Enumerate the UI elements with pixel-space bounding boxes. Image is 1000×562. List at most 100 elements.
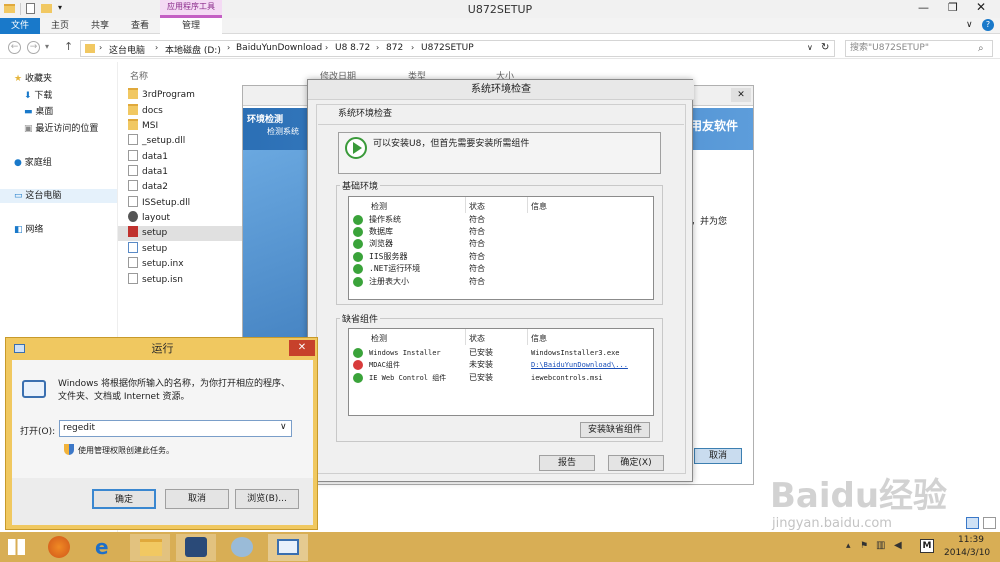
recent-dropdown-icon[interactable]: ▾ xyxy=(45,42,49,51)
tab-file[interactable]: 文件 xyxy=(0,18,40,34)
list-item[interactable]: 3rdProgram xyxy=(128,88,238,103)
breadcrumb-this-pc[interactable]: 这台电脑 xyxy=(109,43,145,56)
download-icon: ⬇ xyxy=(24,91,32,101)
table-row[interactable]: IE Web Control 组件 已安装 iewebcontrols.msi xyxy=(349,372,653,384)
close-button[interactable]: ✕ xyxy=(976,0,986,14)
list-item[interactable]: setup.isn xyxy=(128,273,238,288)
nav-downloads[interactable]: ⬇ 下载 xyxy=(24,89,52,103)
missing-components-list[interactable]: 检测 状态 信息 Windows Installer 已安装 WindowsInst… xyxy=(348,328,654,416)
list-item[interactable]: layout xyxy=(128,211,238,226)
run-ok-button[interactable]: 确定 xyxy=(92,489,156,509)
taskbar-ie[interactable]: e xyxy=(86,534,126,561)
network-icon[interactable]: ▥ xyxy=(876,540,885,551)
ok-button[interactable]: 确定(X) xyxy=(608,455,664,471)
address-dropdown-icon[interactable]: ∨ xyxy=(807,43,813,52)
large-icons-view-icon[interactable] xyxy=(983,517,996,529)
tab-manage[interactable]: 管理 xyxy=(160,18,222,34)
ime-indicator[interactable]: M xyxy=(920,539,934,553)
breadcrumb-drive[interactable]: 本地磁盘 (D:) xyxy=(165,43,221,56)
taskbar-media-player[interactable] xyxy=(40,534,80,561)
list-item[interactable]: data1 xyxy=(128,165,238,180)
nav-recent[interactable]: ▣ 最近访问的位置 xyxy=(24,122,98,136)
breadcrumb-872[interactable]: 872 xyxy=(386,43,403,53)
open-dropdown-icon[interactable]: ∨ xyxy=(280,422,287,432)
volume-icon[interactable]: ◀ xyxy=(894,540,902,551)
tab-view[interactable]: 查看 xyxy=(122,18,158,34)
minimize-button[interactable]: — xyxy=(918,1,929,14)
table-row[interactable]: 浏览器 符合 xyxy=(349,238,653,250)
taskbar-tool[interactable] xyxy=(222,534,262,561)
report-button[interactable]: 报告 xyxy=(539,455,595,471)
list-item[interactable]: ISSetup.dll xyxy=(128,196,238,211)
maximize-button[interactable]: ❐ xyxy=(948,1,958,14)
back-button[interactable]: ← xyxy=(8,41,21,54)
table-row[interactable]: 数据库 符合 xyxy=(349,226,653,238)
table-row[interactable]: MDAC组件 未安装 D:\BaiduYunDownload\... xyxy=(349,359,653,371)
run-cancel-button[interactable]: 取消 xyxy=(165,489,229,509)
details-view-icon[interactable] xyxy=(966,517,979,529)
help-icon[interactable]: ? xyxy=(982,19,994,31)
table-row[interactable]: IIS服务器 符合 xyxy=(349,251,653,263)
mdac-path-link[interactable]: D:\BaiduYunDownload\... xyxy=(531,359,628,371)
table-row[interactable]: .NET运行环境 符合 xyxy=(349,263,653,275)
column-info[interactable]: 信息 xyxy=(531,333,547,344)
list-item[interactable]: docs xyxy=(128,104,238,119)
nav-favorites[interactable]: ★ 收藏夹 xyxy=(14,72,52,86)
column-status[interactable]: 状态 xyxy=(469,333,485,344)
taskbar-run[interactable] xyxy=(268,534,308,561)
watermark-url: jingyan.baidu.com xyxy=(772,516,892,531)
ribbon-expand-icon[interactable]: ∨ xyxy=(966,20,973,30)
search-icon[interactable]: ⌕ xyxy=(978,41,984,56)
search-input[interactable]: 搜索"U872SETUP" ⌕ xyxy=(845,40,993,57)
table-row[interactable]: Windows Installer 已安装 WindowsInstaller3.ex… xyxy=(349,347,653,359)
run-close-button[interactable]: ✕ xyxy=(289,340,315,356)
tray-expand-icon[interactable]: ▴ xyxy=(846,541,851,551)
refresh-icon[interactable]: ↻ xyxy=(821,42,829,53)
column-status[interactable]: 状态 xyxy=(469,201,485,212)
start-icon[interactable] xyxy=(8,539,25,555)
list-item[interactable]: _setup.dll xyxy=(128,134,238,149)
breadcrumb-current[interactable]: U872SETUP xyxy=(421,43,474,53)
action-center-icon[interactable]: ⚑ xyxy=(860,541,868,551)
up-button[interactable]: ↑ xyxy=(64,40,73,53)
run-browse-button[interactable]: 浏览(B)... xyxy=(235,489,299,509)
file-icon xyxy=(128,150,138,161)
list-item[interactable]: setup.inx xyxy=(128,257,238,272)
breadcrumb-u8[interactable]: U8 8.72 xyxy=(335,43,370,53)
nav-homegroup[interactable]: ● 家庭组 xyxy=(14,156,52,170)
open-input[interactable]: regedit ∨ xyxy=(59,420,292,437)
section-title: 系统环境检查 xyxy=(338,109,393,119)
taskbar-explorer[interactable] xyxy=(130,534,170,561)
tab-home[interactable]: 主页 xyxy=(42,18,78,34)
nav-network[interactable]: ◧ 网络 xyxy=(14,223,43,237)
check-ok-icon xyxy=(353,264,363,274)
breadcrumb-baiduyun[interactable]: BaiduYunDownload xyxy=(236,43,322,53)
list-item[interactable]: data2 xyxy=(128,180,238,195)
address-bar[interactable]: › 这台电脑 › 本地磁盘 (D:) › BaiduYunDownload › … xyxy=(80,40,835,57)
table-row[interactable]: 注册表大小 符合 xyxy=(349,276,653,288)
list-item[interactable]: setup xyxy=(128,242,238,257)
list-item[interactable]: data1 xyxy=(128,150,238,165)
admin-note: 使用管理权限创建此任务。 xyxy=(78,446,174,455)
clock-date[interactable]: 2014/3/10 xyxy=(944,548,990,558)
list-item[interactable]: MSI xyxy=(128,119,238,134)
forward-button[interactable]: → xyxy=(27,41,40,54)
basic-environment-list[interactable]: 检测 状态 信息 操作系统 符合 数据库 符合 浏览器 符合 IIS服务器 符合 .NE… xyxy=(348,196,654,300)
install-components-button[interactable]: 安装缺省组件 xyxy=(580,422,650,438)
computer-icon: ▭ xyxy=(14,191,23,201)
installer-close-button[interactable]: ✕ xyxy=(731,88,751,102)
column-info[interactable]: 信息 xyxy=(531,201,547,212)
taskbar-installer[interactable] xyxy=(176,534,216,561)
column-check[interactable]: 检测 xyxy=(371,333,387,344)
list-item[interactable]: setup xyxy=(118,226,243,241)
tab-share[interactable]: 共享 xyxy=(82,18,118,34)
nav-this-pc[interactable]: ▭ 这台电脑 xyxy=(0,189,117,203)
installer-cancel-button[interactable]: 取消 xyxy=(694,448,742,464)
table-row[interactable]: 操作系统 符合 xyxy=(349,214,653,226)
status-message: 可以安装U8，但首先需要安装所需组件 xyxy=(373,139,530,149)
clock-time[interactable]: 11:39 xyxy=(958,535,984,545)
installer-sub-label: 检测系统 xyxy=(267,127,299,136)
nav-desktop[interactable]: ▬ 桌面 xyxy=(24,105,53,119)
folder-icon xyxy=(128,119,138,130)
column-check[interactable]: 检测 xyxy=(371,201,387,212)
